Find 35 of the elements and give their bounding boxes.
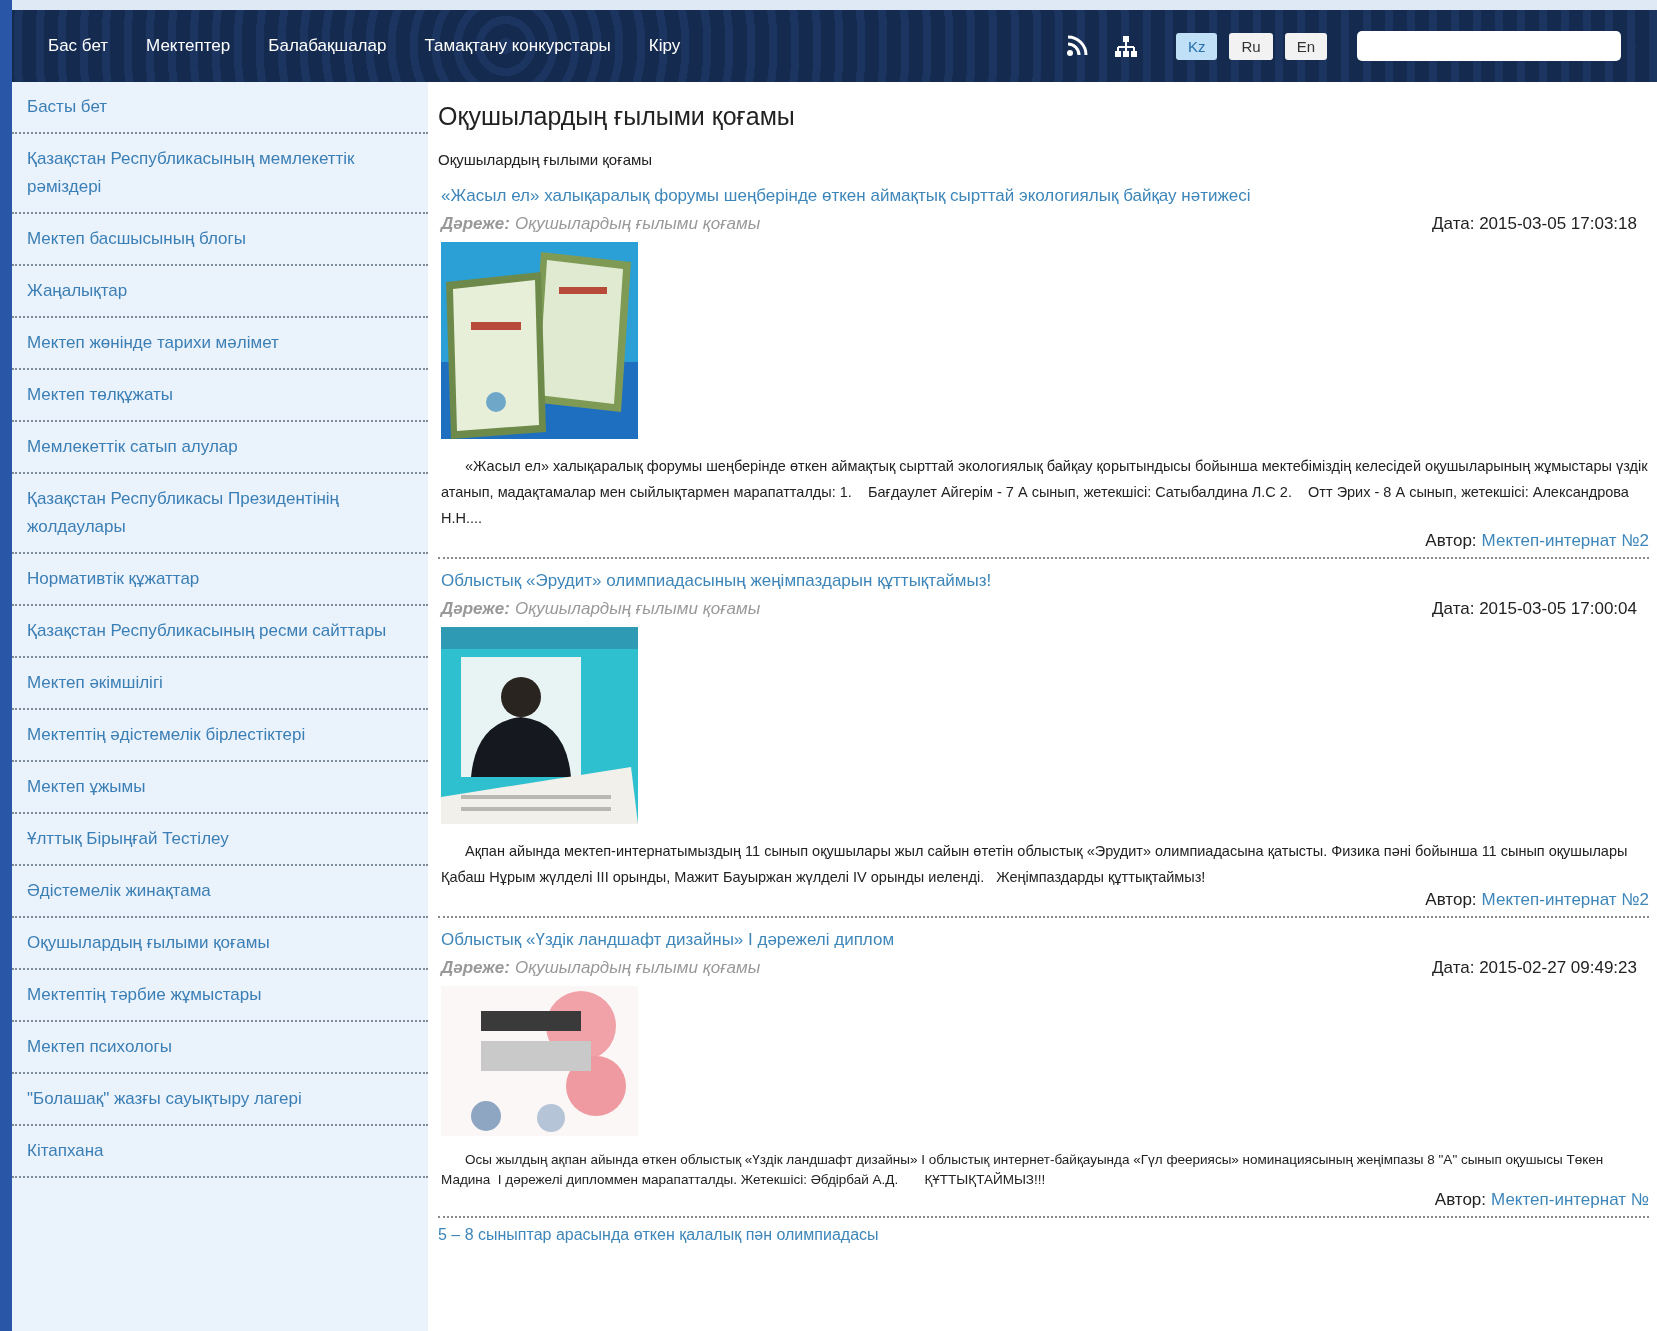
article-title-link[interactable]: Облыстық «Үздік ландшафт дизайны» І дәрежелі диплом <box>441 930 895 950</box>
nav-link[interactable]: Мектептер <box>146 36 231 56</box>
nav-link[interactable]: Тамақтану конкурстары <box>424 36 611 56</box>
author-link[interactable]: Мектеп-интернат №2 <box>1481 531 1649 551</box>
article-date: Дата: 2015-03-05 17:00:04 <box>1432 599 1638 619</box>
nav-link[interactable]: Кіру <box>648 36 681 56</box>
language-button[interactable]: Kz <box>1175 32 1218 60</box>
article-title-link[interactable]: Облыстық «Эрудит» олимпиадасының жеңімпаздарын құттықтаймыз! <box>441 571 992 591</box>
category-text: Оқушылардың ғылыми қоғамы <box>515 214 761 233</box>
category-label: Дәреже: <box>441 599 510 618</box>
category-text: Оқушылардың ғылыми қоғамы <box>515 958 761 977</box>
article-text: Ақпан айында мектеп-интернатымыздың 11 сынып оқушылары жыл сайын өтетін облыстық «Эрудит» олимпиадасына қатысты. Физика пәні бойынша 11 сынып оқушылары Қабаш Нұрым жүлделі ІІІ орынды, Мажит Бауыржан жүлделі ІV орынды иеленді. Жеңімпаздарды құттықтаймыз! <box>441 842 1629 887</box>
rss-icon[interactable] <box>1065 35 1088 57</box>
author-link[interactable]: Мектеп-интернат №2 <box>1481 890 1649 910</box>
nav-link[interactable]: Балабақшалар <box>268 36 387 56</box>
category-label: Дәреже: <box>441 958 510 977</box>
section-subtitle: Оқушылардың ғылыми қоғамы <box>438 151 654 168</box>
language-button[interactable]: Ru <box>1229 32 1273 60</box>
author-link[interactable]: Мектеп-интернат № <box>1491 1190 1649 1210</box>
article-text: Осы жылдың ақпан айында өткен облыстық «Үздік ландшафт дизайны» І облыстық интернет-байқауында «Гүл феериясы» номинациясының жеңімпазы 8 "А" сынып оқушысы Төкен Мадина І дәрежелі дипломмен марапатталды. Жетекшісі: Әбдірбай А.Д. ҚҰТТЫҚТАЙМЫЗ!!! <box>441 1151 1605 1189</box>
category-text: Оқушылардың ғылыми қоғамы <box>515 599 761 618</box>
author-label: Автор: <box>1425 531 1477 551</box>
language-button[interactable]: En <box>1284 32 1327 60</box>
page-heading: Оқушылардың ғылыми қоғамы <box>438 102 796 131</box>
category-label: Дәреже: <box>441 214 510 233</box>
search-field[interactable] <box>1357 31 1621 61</box>
sitemap-icon[interactable] <box>1113 35 1138 57</box>
author-label: Автор: <box>1434 1190 1487 1210</box>
article-date: Дата: 2015-02-27 09:49:23 <box>1432 958 1638 978</box>
author-label: Автор: <box>1425 890 1477 910</box>
article-title-link[interactable]: 5 – 8 сыныптар арасында өткен қалалық пән олимпиадасы <box>438 1226 879 1243</box>
article-title-link[interactable]: «Жасыл ел» халықаралық форумы шеңберінде өткен аймақтық сырттай экологиялық байқау нәтижесі <box>441 186 1251 206</box>
nav-link[interactable]: Бас бет <box>48 36 109 56</box>
article-date: Дата: 2015-03-05 17:03:18 <box>1432 214 1638 234</box>
article-text: «Жасыл ел» халықаралық форумы шеңберінде өткен аймақтық сырттай экологиялық байқау қорытындысы бойынша мектебіміздің келесідей оқушыларының жұмыстары үздік атанып, мадақтамалар мен сыйлықтармен марапатталды: 1. Бағдаулет Айгерім - 7 А сынып, жетекшісі: Сатыбалдина Л.С 2. Отт Эрих - 8 А сынып, жетекшісі: Александрова Н.Н.... <box>441 457 1649 528</box>
